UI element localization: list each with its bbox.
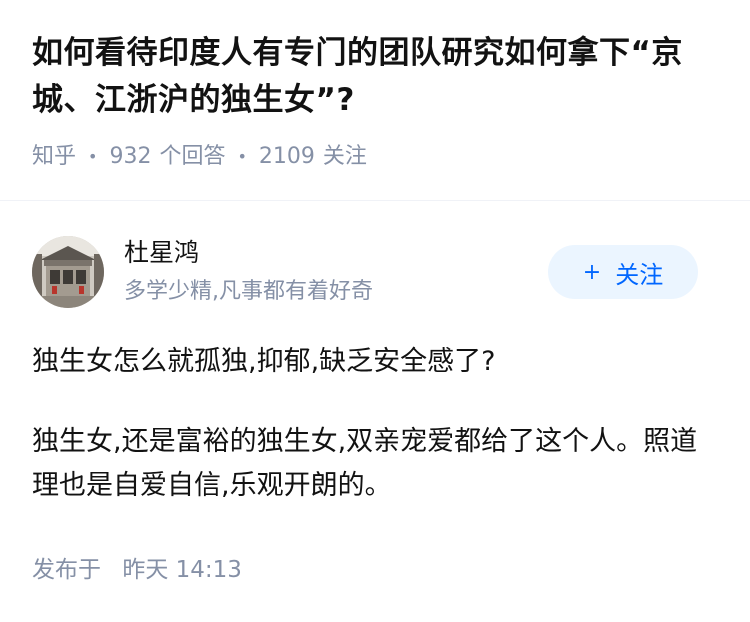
publish-label: 发布于 <box>32 557 101 583</box>
question-header: 如何看待印度人有专门的团队研究如何拿下“京城、江浙沪的独生女”? 知乎 • 93… <box>32 30 722 172</box>
author-bio: 多学少精,凡事都有着好奇 <box>124 279 373 304</box>
followers-label[interactable]: 关注 <box>323 142 367 172</box>
separator-dot: • <box>237 147 247 166</box>
answers-label[interactable]: 个回答 <box>159 142 225 172</box>
followers-count: 2109 <box>258 144 315 169</box>
answers-count: 932 <box>109 144 152 169</box>
answer-paragraph: 独生女怎么就孤独,抑郁,缺乏安全感了? <box>32 346 496 377</box>
author-card: 杜星鸿 多学少精,凡事都有着好奇 + 关注 <box>32 236 712 310</box>
follow-button[interactable]: + 关注 <box>548 245 698 299</box>
publish-time: 昨天 14:13 <box>122 557 242 583</box>
question-meta: 知乎 • 932 个回答 • 2109 关注 <box>32 142 722 172</box>
follow-button-label: 关注 <box>615 260 664 289</box>
plus-icon: + <box>582 259 602 285</box>
publish-info: 发布于 昨天 14:13 <box>32 555 242 585</box>
answer-paragraph: 独生女,还是富裕的独生女,双亲宠爱都给了这个人。照道理也是自爱自信,乐观开朗的。 <box>32 426 698 501</box>
author-avatar[interactable] <box>32 236 104 308</box>
avatar-image-icon <box>32 236 104 308</box>
answer-content: 独生女怎么就孤独,抑郁,缺乏安全感了? 独生女,还是富裕的独生女,双亲宠爱都给了… <box>32 340 722 544</box>
author-name[interactable]: 杜星鸿 <box>124 236 199 270</box>
source-label[interactable]: 知乎 <box>32 142 76 172</box>
section-divider <box>0 200 750 201</box>
separator-dot: • <box>88 147 98 166</box>
question-title[interactable]: 如何看待印度人有专门的团队研究如何拿下“京城、江浙沪的独生女”? <box>32 30 722 124</box>
